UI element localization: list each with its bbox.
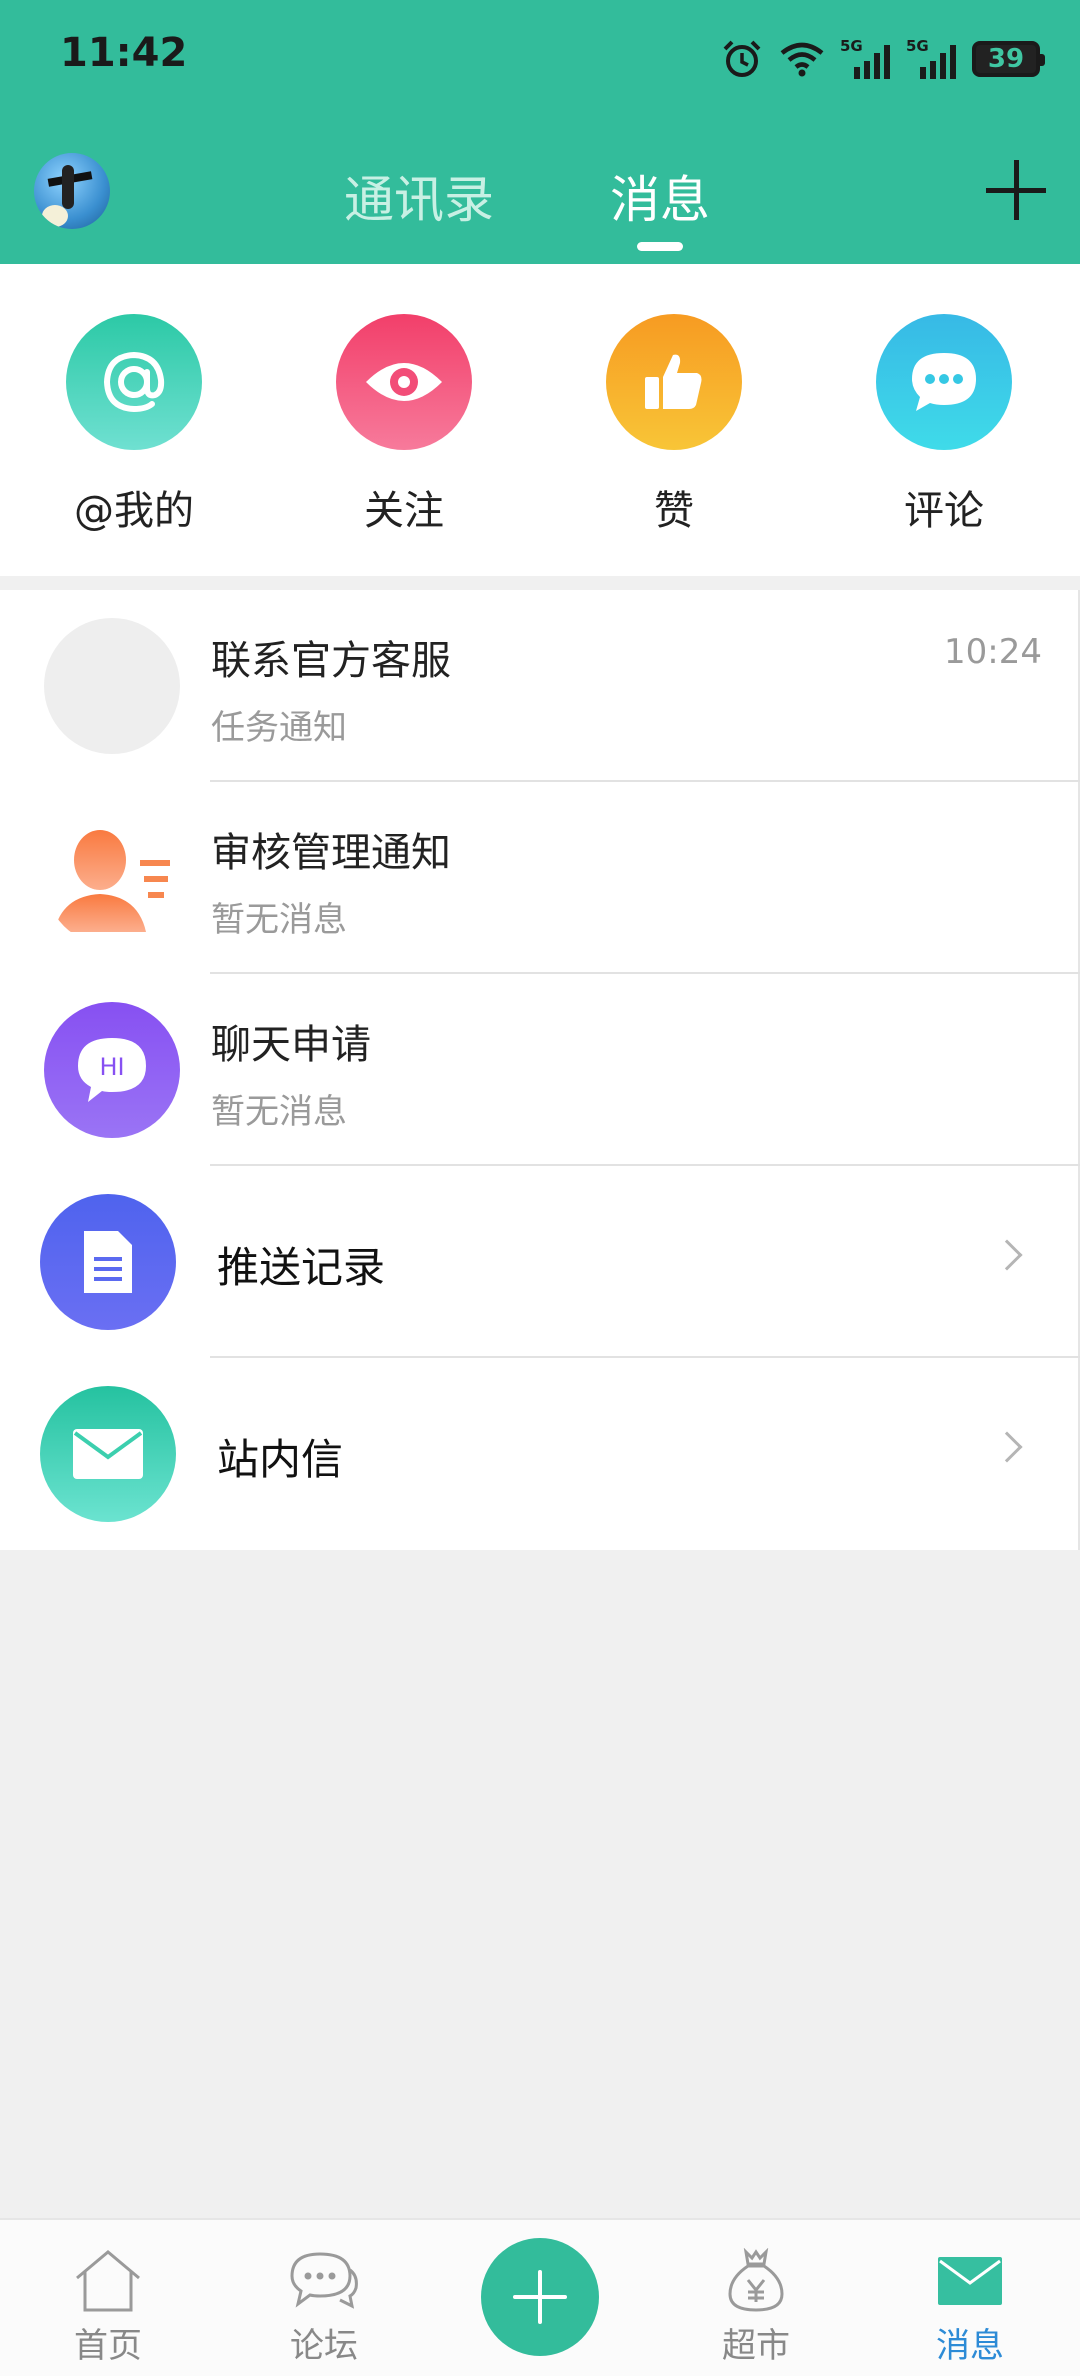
nav-label: 论坛	[290, 2326, 358, 2366]
list-item-subtitle: 暂无消息	[211, 1092, 347, 1132]
quick-action-label: 赞	[654, 488, 694, 534]
list-item-site-mail[interactable]: 站内信	[0, 1358, 1080, 1550]
money-bag-icon	[686, 2246, 826, 2316]
user-avatar[interactable]	[34, 153, 110, 229]
list-item-review-notice[interactable]: 审核管理通知 暂无消息	[0, 782, 1080, 974]
battery-icon: 39	[972, 41, 1045, 77]
document-icon	[40, 1194, 176, 1330]
tab-contacts[interactable]: 通讯录	[344, 160, 494, 232]
list-item-subtitle: 任务通知	[211, 708, 347, 748]
list-item-customer-service[interactable]: 联系官方客服 任务通知 10:24	[0, 590, 1080, 782]
eye-icon	[336, 314, 472, 450]
message-list: 联系官方客服 任务通知 10:24 审核管理通知 暂无消息 HI 聊天申请 暂无…	[0, 590, 1080, 1550]
active-tab-indicator	[637, 242, 683, 251]
quick-actions: @我的 关注 赞 评论	[0, 264, 1080, 576]
nav-market[interactable]: 超市	[686, 2246, 826, 2367]
list-item-push-records[interactable]: 推送记录	[0, 1166, 1080, 1358]
at-icon	[66, 314, 202, 450]
quick-action-label: 评论	[904, 488, 984, 534]
list-item-chat-request[interactable]: HI 聊天申请 暂无消息	[0, 974, 1080, 1166]
signal-5g-icon: 5G	[906, 37, 956, 79]
person-notice-icon	[44, 810, 180, 946]
network-label-1: 5G	[840, 37, 863, 55]
add-post-button[interactable]	[481, 2238, 599, 2356]
list-item-title: 推送记录	[217, 1243, 386, 1292]
quick-action-at-me[interactable]: @我的	[34, 314, 234, 536]
alarm-icon	[723, 40, 761, 77]
quick-action-label: 关注	[364, 488, 444, 534]
chevron-right-icon	[991, 1431, 1023, 1463]
nav-forum[interactable]: 论坛	[254, 2246, 394, 2367]
mail-icon	[900, 2246, 1040, 2316]
list-item-title: 审核管理通知	[211, 830, 451, 876]
nav-messages[interactable]: 消息	[900, 2246, 1040, 2367]
nav-label: 超市	[722, 2326, 790, 2366]
comment-icon	[876, 314, 1012, 450]
signal-5g-icon: 5G	[840, 37, 890, 79]
thumbs-up-icon	[606, 314, 742, 450]
nav-home[interactable]: 首页	[38, 2246, 178, 2367]
envelope-icon	[40, 1386, 176, 1522]
home-icon	[38, 2246, 178, 2316]
list-item-title: 联系官方客服	[211, 638, 451, 684]
nav-label: 消息	[936, 2326, 1004, 2366]
list-item-time: 10:24	[944, 632, 1042, 672]
list-item-title: 聊天申请	[211, 1022, 371, 1068]
quick-action-follow[interactable]: 关注	[304, 314, 504, 536]
list-item-title: 站内信	[217, 1435, 344, 1484]
tab-messages[interactable]: 消息	[610, 160, 710, 232]
nav-label: 首页	[74, 2326, 142, 2366]
top-header: 11:42 5G 5G 39 通讯录 消息	[0, 0, 1080, 264]
chat-hi-icon: HI	[44, 1002, 180, 1138]
quick-action-comment[interactable]: 评论	[844, 314, 1044, 536]
wifi-icon	[780, 42, 824, 77]
chat-bubble-icon	[254, 2246, 394, 2316]
plus-icon[interactable]	[986, 160, 1046, 220]
status-icons: 5G 5G 39	[720, 28, 1045, 90]
network-label-2: 5G	[906, 37, 929, 55]
quick-action-label: @我的	[74, 488, 194, 534]
chevron-right-icon	[991, 1239, 1023, 1271]
hi-text: HI	[99, 1053, 124, 1081]
quick-action-like[interactable]: 赞	[574, 314, 774, 536]
status-time: 11:42	[60, 30, 188, 76]
battery-level: 39	[987, 44, 1025, 74]
list-item-subtitle: 暂无消息	[211, 900, 347, 940]
avatar-placeholder-icon	[44, 618, 180, 754]
